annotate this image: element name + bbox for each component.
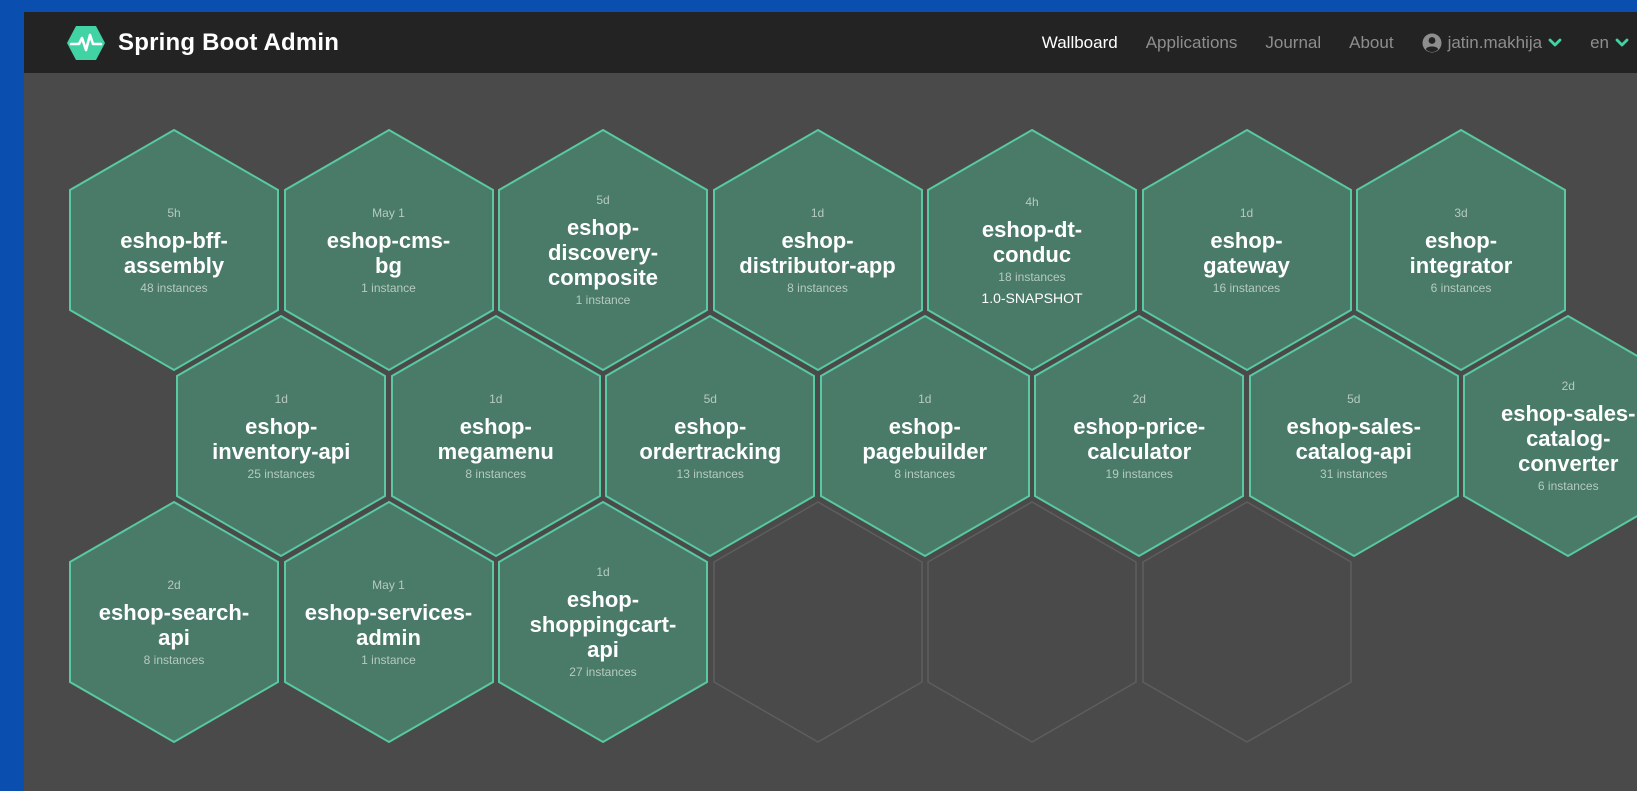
application-name: eshop- discovery- composite	[547, 215, 659, 290]
application-name: eshop- ordertracking	[639, 413, 782, 464]
brand-link[interactable]: Spring Boot Admin	[66, 12, 339, 73]
tile-content: May 1 eshop-services- admin 1 instance	[283, 500, 495, 744]
application-name: eshop- shoppingcart- api	[529, 587, 677, 662]
instance-count: 1 instance	[361, 280, 416, 295]
uptime-label: May 1	[372, 577, 405, 592]
application-name: eshop-services- admin	[304, 599, 473, 650]
instance-count: 8 instances	[465, 466, 527, 481]
application-name: eshop- megamenu	[437, 413, 554, 464]
instance-count: 48 instances	[140, 280, 208, 295]
tile-content: 2d eshop-search- api 8 instances	[68, 500, 280, 744]
instance-count: 6 instances	[1537, 479, 1599, 493]
top-navbar: Spring Boot Admin Wallboard Applications…	[24, 12, 1637, 73]
user-name: jatin.makhija	[1447, 32, 1543, 52]
application-name: eshop- integrator	[1409, 227, 1513, 278]
user-menu[interactable]: jatin.makhija	[1422, 33, 1563, 53]
nav-journal[interactable]: Journal	[1265, 33, 1321, 53]
uptime-label: 5h	[167, 205, 181, 220]
application-name: eshop-bff- assembly	[120, 227, 228, 278]
instance-count: 6 instances	[1430, 280, 1492, 295]
application-tile[interactable]: 2d eshop-search- api 8 instances	[68, 500, 280, 744]
instance-count: 27 instances	[569, 665, 637, 679]
nav-about[interactable]: About	[1349, 33, 1393, 53]
language-label: en	[1590, 32, 1609, 52]
application-tile[interactable]: May 1 eshop-services- admin 1 instance	[283, 500, 495, 744]
instance-count: 13 instances	[676, 466, 744, 481]
nav-applications[interactable]: Applications	[1146, 33, 1238, 53]
application-name: eshop- distributor-app	[739, 227, 896, 278]
uptime-label: 2d	[1561, 379, 1575, 393]
uptime-label: 2d	[1132, 391, 1146, 406]
hexagon-shape	[927, 501, 1137, 743]
application-name: eshop- inventory-api	[212, 413, 351, 464]
wallboard-hex-grid: 5h eshop-bff- assembly 48 instances May 1 es…	[24, 73, 1637, 791]
uptime-label: 5d	[1347, 391, 1361, 406]
brand-title: Spring Boot Admin	[118, 28, 340, 56]
uptime-label: 5d	[703, 391, 717, 406]
instance-count: 1 instance	[575, 293, 631, 307]
nav-wallboard[interactable]: Wallboard	[1042, 33, 1118, 53]
application-name: eshop-sales- catalog- converter	[1501, 401, 1636, 476]
uptime-label: 4h	[1025, 194, 1039, 209]
tile-content: 1d eshop- shoppingcart- api 27 instances	[497, 500, 709, 744]
empty-hex-slot	[712, 500, 924, 744]
chevron-down-icon	[1615, 38, 1629, 46]
uptime-label: 1d	[918, 391, 932, 406]
application-name: eshop-price- calculator	[1073, 413, 1206, 464]
application-tile[interactable]: 1d eshop- shoppingcart- api 27 instances	[497, 500, 709, 744]
uptime-label: 3d	[1454, 205, 1468, 220]
instance-count: 16 instances	[1212, 280, 1281, 295]
empty-hex-slot	[1141, 500, 1353, 744]
user-icon	[1422, 33, 1442, 52]
hexagon-shape	[712, 501, 923, 743]
uptime-label: 2d	[167, 577, 181, 592]
instance-count: 8 instances	[894, 466, 956, 481]
instance-count: 18 instances	[998, 269, 1066, 284]
instance-count: 8 instances	[143, 652, 205, 667]
instance-count: 8 instances	[787, 280, 848, 295]
hexagon-shape	[1141, 501, 1352, 743]
instance-count: 31 instances	[1320, 466, 1388, 481]
uptime-label: 1d	[596, 565, 610, 579]
application-name: eshop-cms- bg	[326, 227, 451, 278]
version-label: 1.0-SNAPSHOT	[981, 289, 1083, 306]
chevron-down-icon	[1548, 38, 1562, 46]
application-tile[interactable]: 2d eshop-sales- catalog- converter 6 insta…	[1462, 314, 1637, 558]
application-name: eshop- gateway	[1203, 227, 1290, 278]
uptime-label: 1d	[1239, 205, 1254, 220]
language-menu[interactable]: en	[1590, 33, 1629, 53]
application-name: eshop- pagebuilder	[862, 413, 988, 464]
uptime-label: 1d	[810, 205, 825, 220]
instance-count: 1 instance	[361, 652, 416, 667]
app-window: Spring Boot Admin Wallboard Applications…	[24, 12, 1637, 791]
application-name: eshop-search- api	[98, 599, 250, 650]
instance-count: 25 instances	[247, 466, 315, 481]
uptime-label: 5d	[596, 193, 610, 207]
instance-count: 19 instances	[1105, 466, 1173, 481]
tile-content: 2d eshop-sales- catalog- converter 6 insta…	[1462, 314, 1637, 558]
uptime-label: 1d	[489, 391, 503, 406]
application-name: eshop-dt- conduc	[981, 216, 1083, 267]
empty-hex-slot	[926, 500, 1138, 744]
application-name: eshop-sales- catalog-api	[1286, 413, 1422, 464]
heartbeat-icon	[67, 25, 105, 60]
uptime-label: May 1	[372, 205, 405, 220]
uptime-label: 1d	[274, 391, 288, 406]
nav-links: Wallboard Applications Journal About jat…	[1014, 12, 1637, 73]
